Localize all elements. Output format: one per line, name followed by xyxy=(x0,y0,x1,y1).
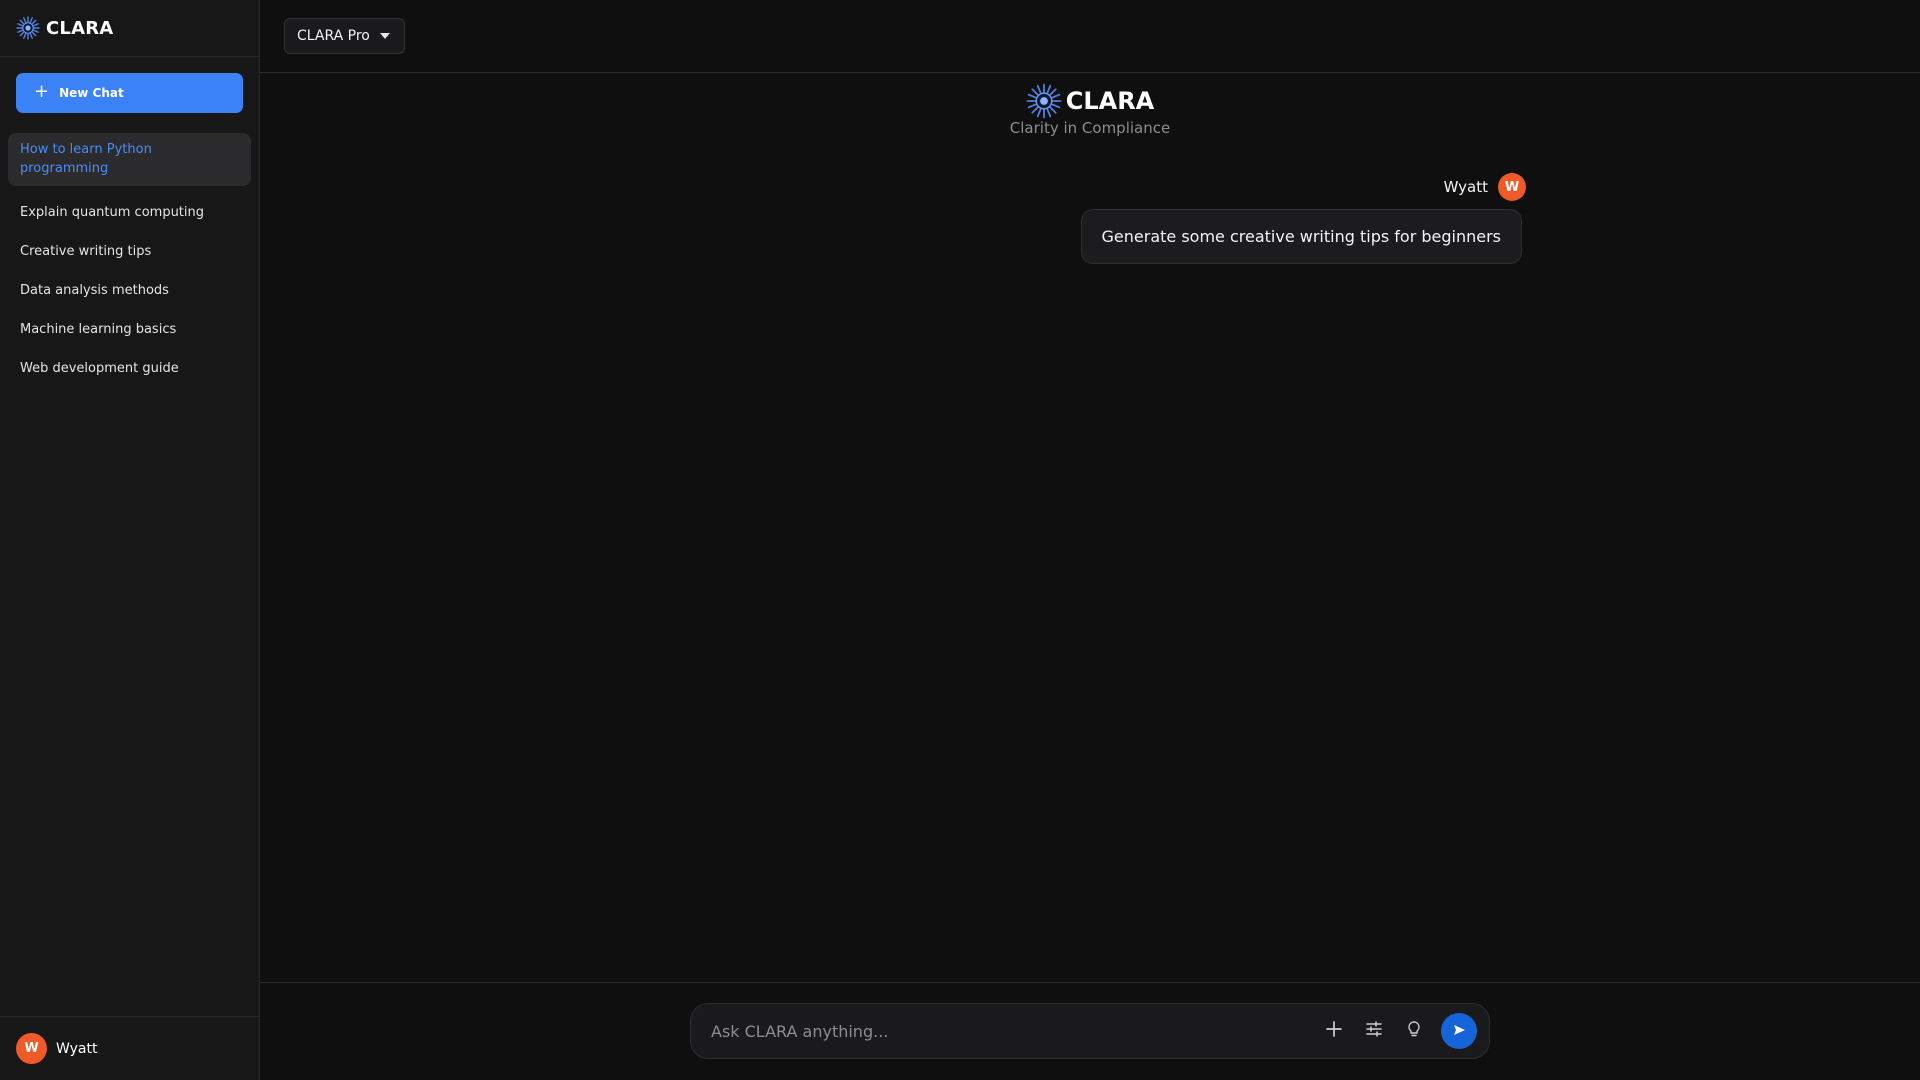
lightbulb-icon xyxy=(1405,1020,1423,1042)
chevron-down-icon xyxy=(379,33,390,39)
avatar: W xyxy=(1498,173,1526,201)
message-header: Wyatt W xyxy=(1444,173,1526,201)
hero-tagline: Clarity in Compliance xyxy=(1009,119,1171,137)
sidebar: CLARA + New Chat How to learn Python pro… xyxy=(0,0,260,1080)
send-icon xyxy=(1452,1022,1466,1041)
history-item-data-analysis[interactable]: Data analysis methods xyxy=(8,272,251,309)
model-selector[interactable]: CLARA Pro xyxy=(284,18,405,54)
composer-area xyxy=(260,982,1920,1080)
history-item-creative-writing[interactable]: Creative writing tips xyxy=(8,233,251,270)
sidebar-header: CLARA xyxy=(0,0,259,57)
message-author: Wyatt xyxy=(1443,178,1488,196)
chat-history-list: How to learn Python programming Explain … xyxy=(0,133,259,387)
new-chat-label: New Chat xyxy=(59,86,124,100)
hero: CLARA Clarity in Compliance xyxy=(260,83,1920,137)
main-panel: CLARA Pro CLARA Clarity in Compliance Wy… xyxy=(260,0,1920,1080)
starburst-logo-icon xyxy=(1026,83,1062,119)
model-selector-label: CLARA Pro xyxy=(297,28,370,44)
history-item-quantum[interactable]: Explain quantum computing xyxy=(8,194,251,231)
user-message: Wyatt W Generate some creative writing t… xyxy=(1080,173,1526,264)
avatar: W xyxy=(16,1033,47,1064)
plus-icon xyxy=(1325,1020,1343,1042)
plus-icon: + xyxy=(34,81,50,102)
user-name: Wyatt xyxy=(56,1040,98,1057)
hero-title: CLARA xyxy=(1065,87,1155,115)
history-item-machine-learning[interactable]: Machine learning basics xyxy=(8,311,251,348)
attach-button[interactable] xyxy=(1321,1018,1347,1044)
message-input[interactable] xyxy=(711,1021,1321,1041)
settings-button[interactable] xyxy=(1361,1018,1387,1044)
history-item-web-development[interactable]: Web development guide xyxy=(8,350,251,387)
ideas-button[interactable] xyxy=(1401,1018,1427,1044)
app-root: CLARA + New Chat How to learn Python pro… xyxy=(0,0,1920,1080)
sidebar-brand: CLARA xyxy=(46,17,114,39)
user-profile[interactable]: W Wyatt xyxy=(0,1016,259,1080)
sliders-icon xyxy=(1365,1020,1383,1042)
send-button[interactable] xyxy=(1441,1013,1477,1049)
top-bar: CLARA Pro xyxy=(260,0,1920,73)
composer xyxy=(690,1003,1490,1059)
starburst-logo-icon xyxy=(16,16,40,40)
chat-area: CLARA Clarity in Compliance Wyatt W Gene… xyxy=(260,73,1920,982)
composer-tools xyxy=(1321,1013,1477,1049)
message-bubble: Generate some creative writing tips for … xyxy=(1080,209,1522,264)
history-item-python[interactable]: How to learn Python programming xyxy=(8,133,251,186)
new-chat-button[interactable]: + New Chat xyxy=(16,73,243,113)
